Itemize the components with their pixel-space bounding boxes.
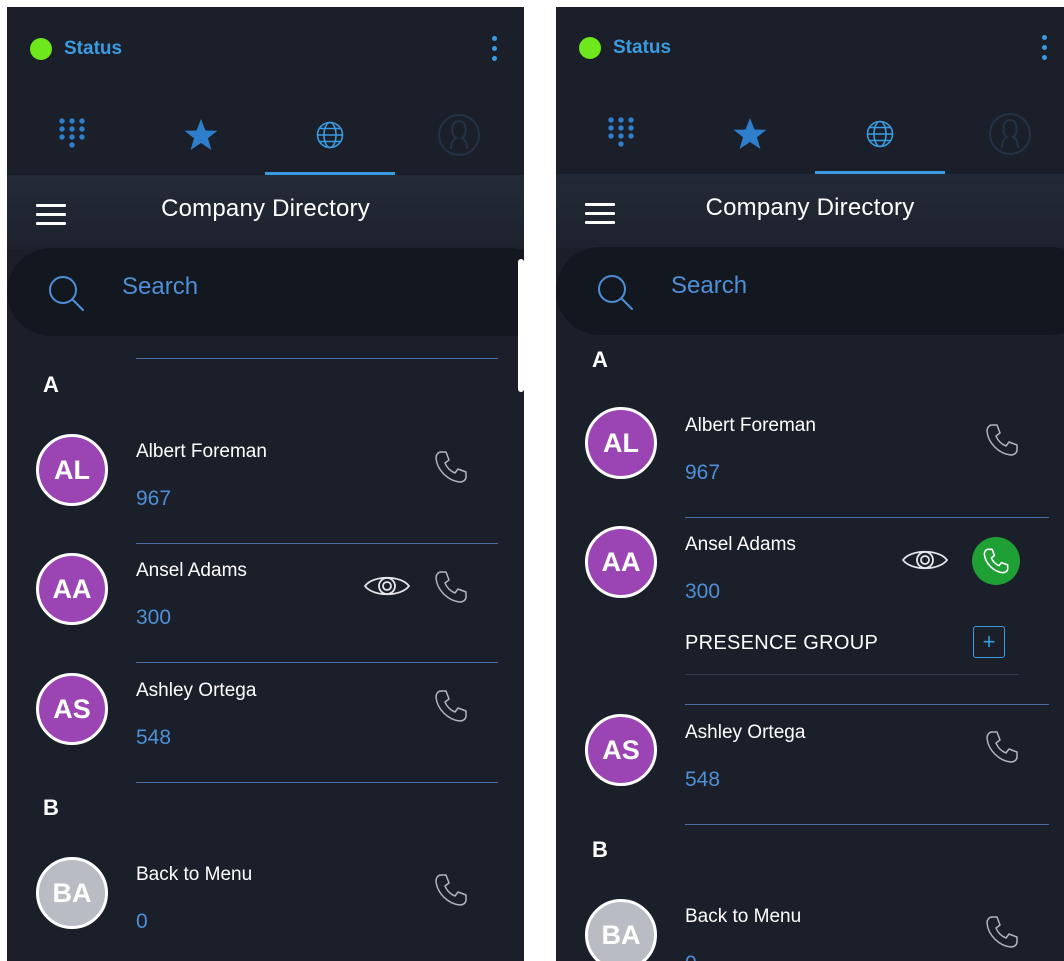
search-icon (49, 276, 84, 311)
contact-name[interactable]: Ansel Adams (136, 560, 247, 582)
contact-name[interactable]: Ashley Ortega (685, 722, 805, 744)
tab-directory[interactable] (265, 95, 395, 175)
top-bar: Status (556, 7, 1064, 87)
contact-icon (989, 113, 1031, 155)
avatar[interactable]: AA (36, 553, 108, 625)
active-call-button[interactable] (972, 537, 1020, 585)
status-label[interactable]: Status (613, 37, 671, 59)
contact-name[interactable]: Albert Foreman (136, 441, 267, 463)
tab-contacts[interactable] (394, 95, 524, 175)
more-options-icon[interactable] (1040, 35, 1048, 61)
dialpad-icon (59, 118, 85, 148)
divider (136, 782, 498, 783)
star-icon (733, 118, 767, 149)
tab-bar (7, 95, 524, 175)
avatar[interactable]: AS (36, 673, 108, 745)
star-icon (184, 119, 218, 150)
status-label[interactable]: Status (64, 38, 122, 60)
contact-extension: 300 (685, 580, 721, 603)
presence-group-add-button[interactable]: + (973, 626, 1005, 658)
divider (685, 517, 1049, 518)
avatar[interactable]: AL (585, 407, 657, 479)
directory-screen-1: Status Company Directory Search A AL Alb… (7, 7, 524, 961)
status-indicator[interactable] (30, 38, 52, 60)
tab-favorites[interactable] (685, 94, 815, 174)
contact-extension: 300 (136, 606, 172, 629)
tab-bar (556, 94, 1064, 174)
scrollbar-thumb[interactable] (518, 259, 524, 392)
presence-group-label: PRESENCE GROUP (685, 632, 879, 654)
more-options-icon[interactable] (490, 36, 498, 62)
contact-extension: 548 (685, 768, 721, 791)
avatar[interactable]: AS (585, 714, 657, 786)
contact-extension: 0 (685, 952, 697, 961)
divider (136, 662, 498, 663)
phone-icon[interactable] (433, 569, 469, 605)
contact-name[interactable]: Ansel Adams (685, 534, 796, 556)
phone-icon[interactable] (984, 914, 1020, 950)
globe-icon (866, 120, 894, 148)
contact-icon (438, 114, 480, 156)
phone-icon[interactable] (433, 688, 469, 724)
avatar[interactable]: AL (36, 434, 108, 506)
search-bar[interactable] (7, 248, 524, 336)
tab-contacts[interactable] (945, 94, 1064, 174)
section-letter: B (592, 837, 608, 862)
dialpad-icon (608, 117, 634, 147)
contact-name[interactable]: Back to Menu (685, 906, 801, 928)
page-header: Company Directory (556, 174, 1064, 248)
divider (685, 824, 1049, 825)
search-input[interactable] (122, 270, 422, 304)
tab-dialpad[interactable] (556, 94, 686, 174)
contact-extension: 967 (136, 487, 172, 510)
top-bar: Status (7, 7, 524, 87)
avatar[interactable]: BA (36, 857, 108, 929)
section-letter: A (592, 347, 608, 372)
avatar[interactable]: AA (585, 526, 657, 598)
tab-directory[interactable] (815, 94, 945, 174)
globe-icon (316, 121, 344, 149)
divider (685, 674, 1019, 675)
phone-icon (983, 548, 1009, 574)
tab-favorites[interactable] (136, 95, 266, 175)
presence-eye-icon[interactable] (363, 571, 411, 601)
avatar[interactable]: BA (585, 899, 657, 961)
search-input[interactable] (671, 269, 971, 303)
divider (136, 543, 498, 544)
section-letter: A (43, 372, 59, 397)
contact-extension: 548 (136, 726, 172, 749)
search-bar[interactable] (556, 247, 1064, 335)
search-icon (598, 275, 633, 310)
status-indicator[interactable] (579, 37, 601, 59)
phone-icon[interactable] (984, 422, 1020, 458)
divider (685, 704, 1049, 705)
directory-screen-2: Status Company Directory Search A AL Alb… (556, 7, 1064, 961)
divider (136, 358, 498, 359)
tab-dialpad[interactable] (7, 95, 137, 175)
contact-extension: 967 (685, 461, 721, 484)
phone-icon[interactable] (984, 729, 1020, 765)
page-title: Company Directory (705, 194, 915, 221)
page-header: Company Directory (7, 175, 524, 249)
contact-extension: 0 (136, 910, 148, 933)
phone-icon[interactable] (433, 872, 469, 908)
presence-eye-icon[interactable] (901, 545, 949, 575)
page-title: Company Directory (161, 195, 370, 222)
phone-icon[interactable] (433, 449, 469, 485)
section-letter: B (43, 795, 59, 820)
contact-name[interactable]: Albert Foreman (685, 415, 816, 437)
contact-name[interactable]: Ashley Ortega (136, 680, 256, 702)
contact-name[interactable]: Back to Menu (136, 864, 252, 886)
